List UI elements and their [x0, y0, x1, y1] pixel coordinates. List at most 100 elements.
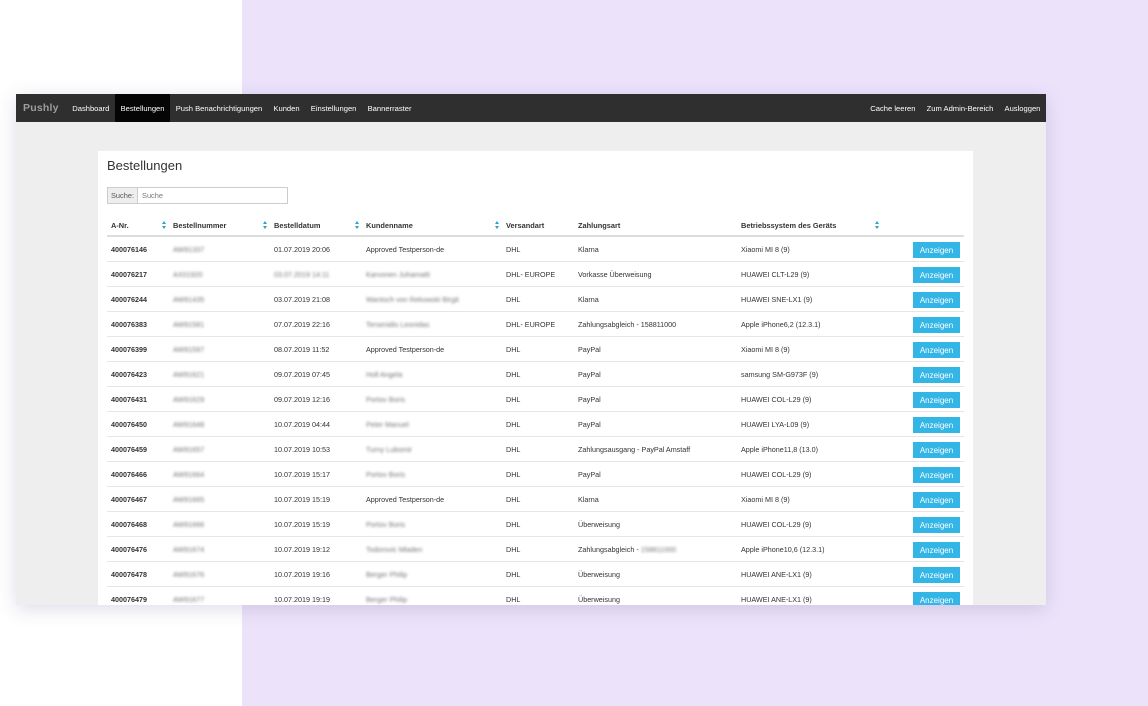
order-anr-text: 400076479 — [111, 594, 147, 604]
row-action: Anzeigen — [882, 261, 964, 287]
device-os-text: HUAWEI ANE-LX1 (9) — [741, 594, 812, 604]
app-window: Pushly Dashboard Bestellungen Push Benachr… — [16, 94, 1046, 605]
show-order-button[interactable]: Anzeigen — [913, 492, 960, 508]
show-order-button[interactable]: Anzeigen — [913, 242, 960, 258]
brand-logo[interactable]: Pushly — [16, 102, 67, 114]
top-navbar: Pushly Dashboard Bestellungen Push Benachr… — [16, 94, 1046, 122]
order-date-text: 10.07.2019 15:19 — [274, 494, 330, 504]
payment-method: Überweisung — [574, 511, 737, 537]
show-order-button[interactable]: Anzeigen — [913, 267, 960, 283]
show-order-button[interactable]: Anzeigen — [913, 342, 960, 358]
customer-name: Approved Testperson-de — [362, 486, 502, 512]
sort-icon[interactable] — [355, 221, 359, 229]
customer-name: Berger Philip — [362, 586, 502, 605]
order-date: 03.07.2019 14:11 — [270, 261, 362, 287]
show-order-button[interactable]: Anzeigen — [913, 417, 960, 433]
customer-name: Tersenidis Leonidas — [362, 311, 502, 337]
show-order-button[interactable]: Anzeigen — [913, 567, 960, 583]
sort-icon[interactable] — [495, 221, 499, 229]
order-anr: 400076217 — [107, 261, 169, 287]
shipping-method: DHL — [502, 511, 574, 537]
nav-item-kunden[interactable]: Kunden — [268, 94, 305, 122]
row-action: Anzeigen — [882, 586, 964, 605]
search-label: Suche: — [107, 187, 138, 204]
order-anr: 400076476 — [107, 536, 169, 562]
payment-method: PayPal — [574, 336, 737, 362]
payment-method-text: Zahlungsabgleich - — [578, 544, 641, 554]
nav-item-push-benachrichtigungen[interactable]: Push Benachrichtigungen — [170, 94, 268, 122]
order-number: AW91666 — [169, 511, 270, 537]
order-date-text: 10.07.2019 15:17 — [274, 469, 330, 479]
payment-method: Vorkasse Überweisung — [574, 261, 737, 287]
nav-item-bestellungen[interactable]: Bestellungen — [114, 94, 171, 122]
show-order-button[interactable]: Anzeigen — [913, 517, 960, 533]
device-os: HUAWEI COL-L29 (9) — [737, 511, 882, 537]
payment-method: Überweisung — [574, 586, 737, 605]
order-number: AW91597 — [169, 336, 270, 362]
shipping-method-text: DHL — [506, 419, 521, 429]
payment-method-text: Klarna — [578, 244, 599, 254]
order-number-text: AW91666 — [173, 519, 205, 529]
search-group: Suche: — [107, 187, 289, 204]
column-header-bestellnummer[interactable]: Bestellnummer — [169, 215, 270, 237]
table-row: 400076423 AW91621 09.07.2019 07:45 Holl Ang… — [107, 361, 964, 387]
payment-method-text: Überweisung — [578, 594, 620, 604]
show-order-button[interactable]: Anzeigen — [913, 467, 960, 483]
shipping-method-text: DHL — [506, 294, 521, 304]
order-date-text: 10.07.2019 10:53 — [274, 444, 330, 454]
order-anr-text: 400076466 — [111, 469, 147, 479]
nav-item-cache-leeren[interactable]: Cache leeren — [865, 94, 921, 122]
column-header-bestelldatum[interactable]: Bestelldatum — [270, 215, 362, 237]
sort-icon[interactable] — [875, 221, 879, 229]
column-header-label: Kundenname — [366, 220, 413, 230]
customer-name: Karvonen Juhamatti — [362, 261, 502, 287]
device-os: Apple iPhone10,6 (12.3.1) — [737, 536, 882, 562]
column-header-zahlungsart: Zahlungsart — [574, 215, 737, 237]
show-order-button[interactable]: Anzeigen — [913, 442, 960, 458]
order-date: 08.07.2019 11:52 — [270, 336, 362, 362]
customer-name: Peter Manuel — [362, 411, 502, 437]
order-date: 10.07.2019 19:16 — [270, 561, 362, 587]
payment-method-text: PayPal — [578, 419, 601, 429]
show-order-button[interactable]: Anzeigen — [913, 367, 960, 383]
device-os: samsung SM-G973F (9) — [737, 361, 882, 387]
nav-item-ausloggen[interactable]: Ausloggen — [999, 94, 1046, 122]
sort-icon[interactable] — [263, 221, 267, 229]
show-order-button[interactable]: Anzeigen — [913, 542, 960, 558]
device-os: Xiaomi MI 8 (9) — [737, 336, 882, 362]
order-number-text: AW91435 — [173, 294, 205, 304]
order-anr: 400076244 — [107, 286, 169, 312]
order-anr: 400076423 — [107, 361, 169, 387]
order-anr: 400076431 — [107, 386, 169, 412]
page-title: Bestellungen — [107, 158, 183, 173]
order-number-text: AW91581 — [173, 319, 205, 329]
column-header-label: A-Nr. — [111, 220, 129, 230]
sort-icon[interactable] — [162, 221, 166, 229]
nav-item-bannerraster[interactable]: Bannerraster — [362, 94, 417, 122]
show-order-button[interactable]: Anzeigen — [913, 592, 960, 605]
nav-item-zum-admin-bereich[interactable]: Zum Admin-Bereich — [921, 94, 999, 122]
payment-method-text: Überweisung — [578, 519, 620, 529]
order-number-text: AW91665 — [173, 494, 205, 504]
show-order-button[interactable]: Anzeigen — [913, 292, 960, 308]
customer-name-text: Wantoch von Rekowski Birgit — [366, 294, 459, 304]
show-order-button[interactable]: Anzeigen — [913, 392, 960, 408]
device-os-text: Apple iPhone11,8 (13.0) — [741, 444, 818, 454]
show-order-button[interactable]: Anzeigen — [913, 317, 960, 333]
shipping-method: DHL — [502, 536, 574, 562]
device-os-text: Xiaomi MI 8 (9) — [741, 344, 790, 354]
order-date-text: 03.07.2019 14:11 — [274, 269, 330, 279]
column-header-kundenname[interactable]: Kundenname — [362, 215, 502, 237]
column-header-betriebssystem-des-geraets[interactable]: Betriebssystem des Geräts — [737, 215, 882, 237]
column-header-a-nr[interactable]: A-Nr. — [107, 215, 169, 237]
nav-item-dashboard[interactable]: Dashboard — [67, 94, 115, 122]
search-input[interactable] — [137, 187, 289, 204]
device-os: Xiaomi MI 8 (9) — [737, 486, 882, 512]
device-os: HUAWEI LYA-L09 (9) — [737, 411, 882, 437]
order-date: 03.07.2019 21:08 — [270, 286, 362, 312]
column-header-label: Zahlungsart — [578, 220, 621, 230]
shipping-method: DHL- EUROPE — [502, 261, 574, 287]
nav-item-einstellungen[interactable]: Einstellungen — [305, 94, 362, 122]
payment-method-text: Zahlungsabgleich - 158811000 — [578, 319, 677, 329]
order-anr: 400076459 — [107, 436, 169, 462]
